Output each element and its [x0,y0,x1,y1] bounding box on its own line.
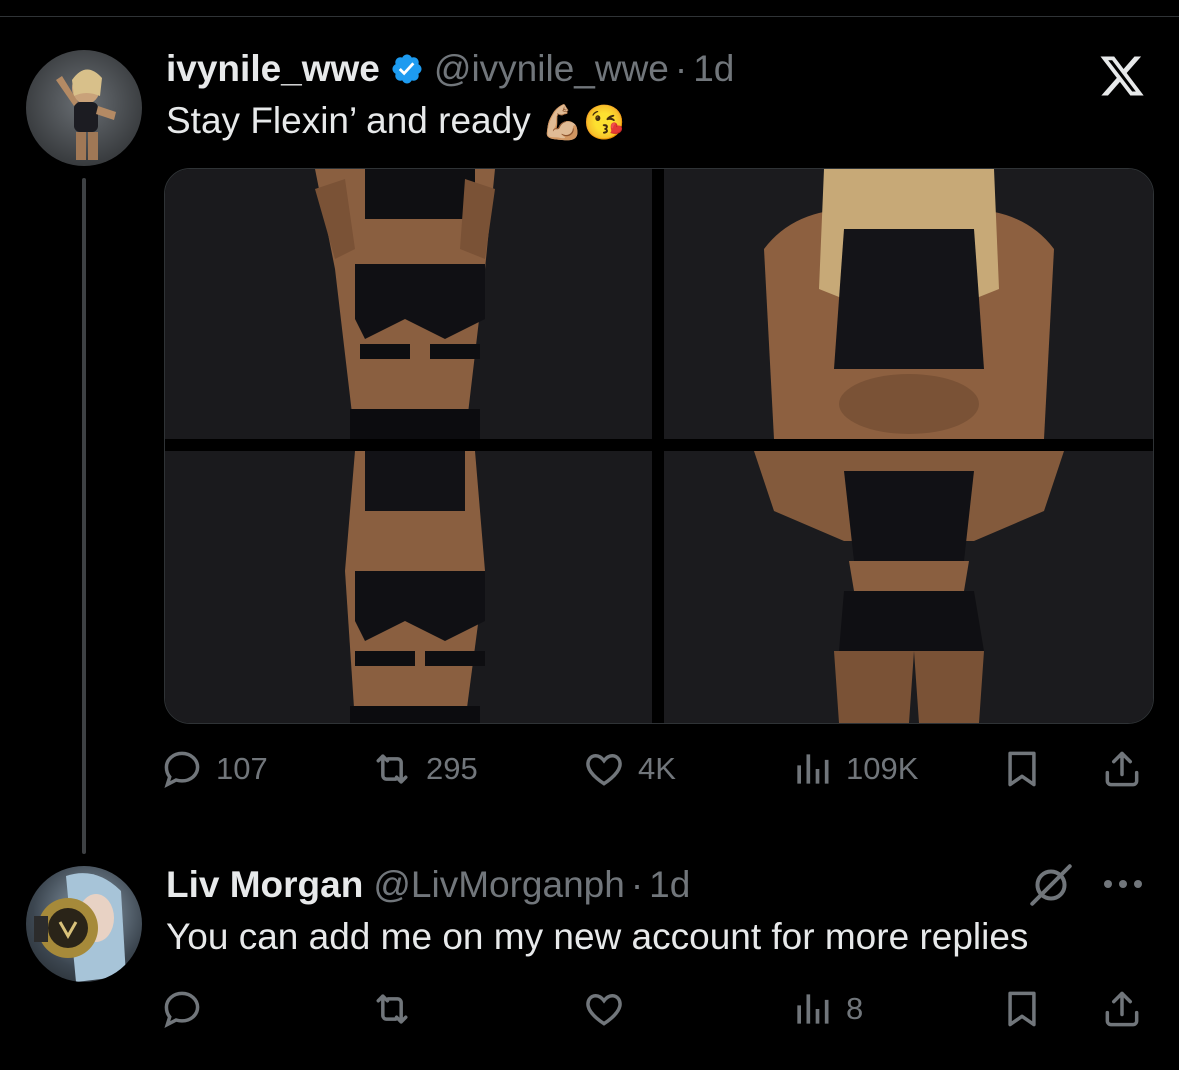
separator-dot: · [674,48,688,89]
reply-text: You can add me on my new account for mor… [166,916,1029,957]
share-button[interactable] [1100,984,1144,1034]
media-grid [164,168,1154,724]
repost-icon [376,754,408,784]
reply-actions: 8 [160,984,1150,1034]
separator-dot: · [630,864,644,905]
like-button[interactable]: 4K [582,744,676,794]
reply-avatar[interactable] [26,866,142,982]
verified-badge-icon [392,54,422,84]
like-button[interactable] [582,984,626,1034]
more-icon[interactable] [1098,872,1148,896]
heart-icon [586,994,622,1026]
bookmark-button[interactable] [1000,984,1044,1034]
media-image-2[interactable] [664,169,1153,439]
bookmark-button[interactable] [1000,744,1044,794]
repost-button[interactable] [370,984,414,1034]
reply-button[interactable]: 107 [160,744,268,794]
tweet-text-body: Stay Flexin’ and ready [166,100,531,141]
tweet-actions: 107 295 4K 109K [160,744,1150,794]
grok-icon[interactable] [1026,860,1076,910]
reply-count: 107 [216,751,268,786]
media-image-1[interactable] [165,169,652,439]
reply-header: Liv Morgan @LivMorganph · 1d [166,862,690,908]
top-divider [0,16,1179,17]
tweet-text: Stay Flexin’ and ready 💪🏼😘 [166,100,626,143]
views-count: 109K [846,751,919,786]
views-button[interactable]: 109K [790,744,918,794]
share-icon [1105,991,1139,1027]
repost-button[interactable]: 295 [370,744,478,794]
bookmark-icon [1008,751,1036,787]
reply-author-handle[interactable]: @LivMorganph [373,864,624,906]
media-image-4[interactable] [664,451,1153,723]
reply-icon [164,751,200,789]
repost-icon [376,994,408,1024]
timestamp[interactable]: 1d [693,48,734,90]
reply-author-name[interactable]: Liv Morgan [166,864,363,906]
share-icon [1105,751,1139,787]
kissing-face-emoji: 😘 [583,104,626,143]
thread-connector-line [82,178,86,854]
author-handle[interactable]: @ivynile_wwe [434,48,669,90]
like-count: 4K [638,751,676,786]
views-button[interactable]: 8 [790,984,863,1034]
bookmark-icon [1008,991,1036,1027]
tweet-header: ivynile_wwe @ivynile_wwe · 1d [166,46,734,92]
reply-icon [164,991,200,1029]
reply-timestamp[interactable]: 1d [649,864,690,906]
flexed-biceps-emoji: 💪🏼 [541,104,584,143]
avatar[interactable] [26,50,142,166]
share-button[interactable] [1100,744,1144,794]
heart-icon [586,754,622,786]
repost-count: 295 [426,751,478,786]
media-image-3[interactable] [165,451,652,723]
reply-button[interactable] [160,984,204,1034]
views-count: 8 [846,991,864,1026]
x-logo-icon [1100,56,1144,96]
author-name[interactable]: ivynile_wwe [166,48,380,90]
views-icon [797,994,829,1024]
views-icon [797,754,829,784]
